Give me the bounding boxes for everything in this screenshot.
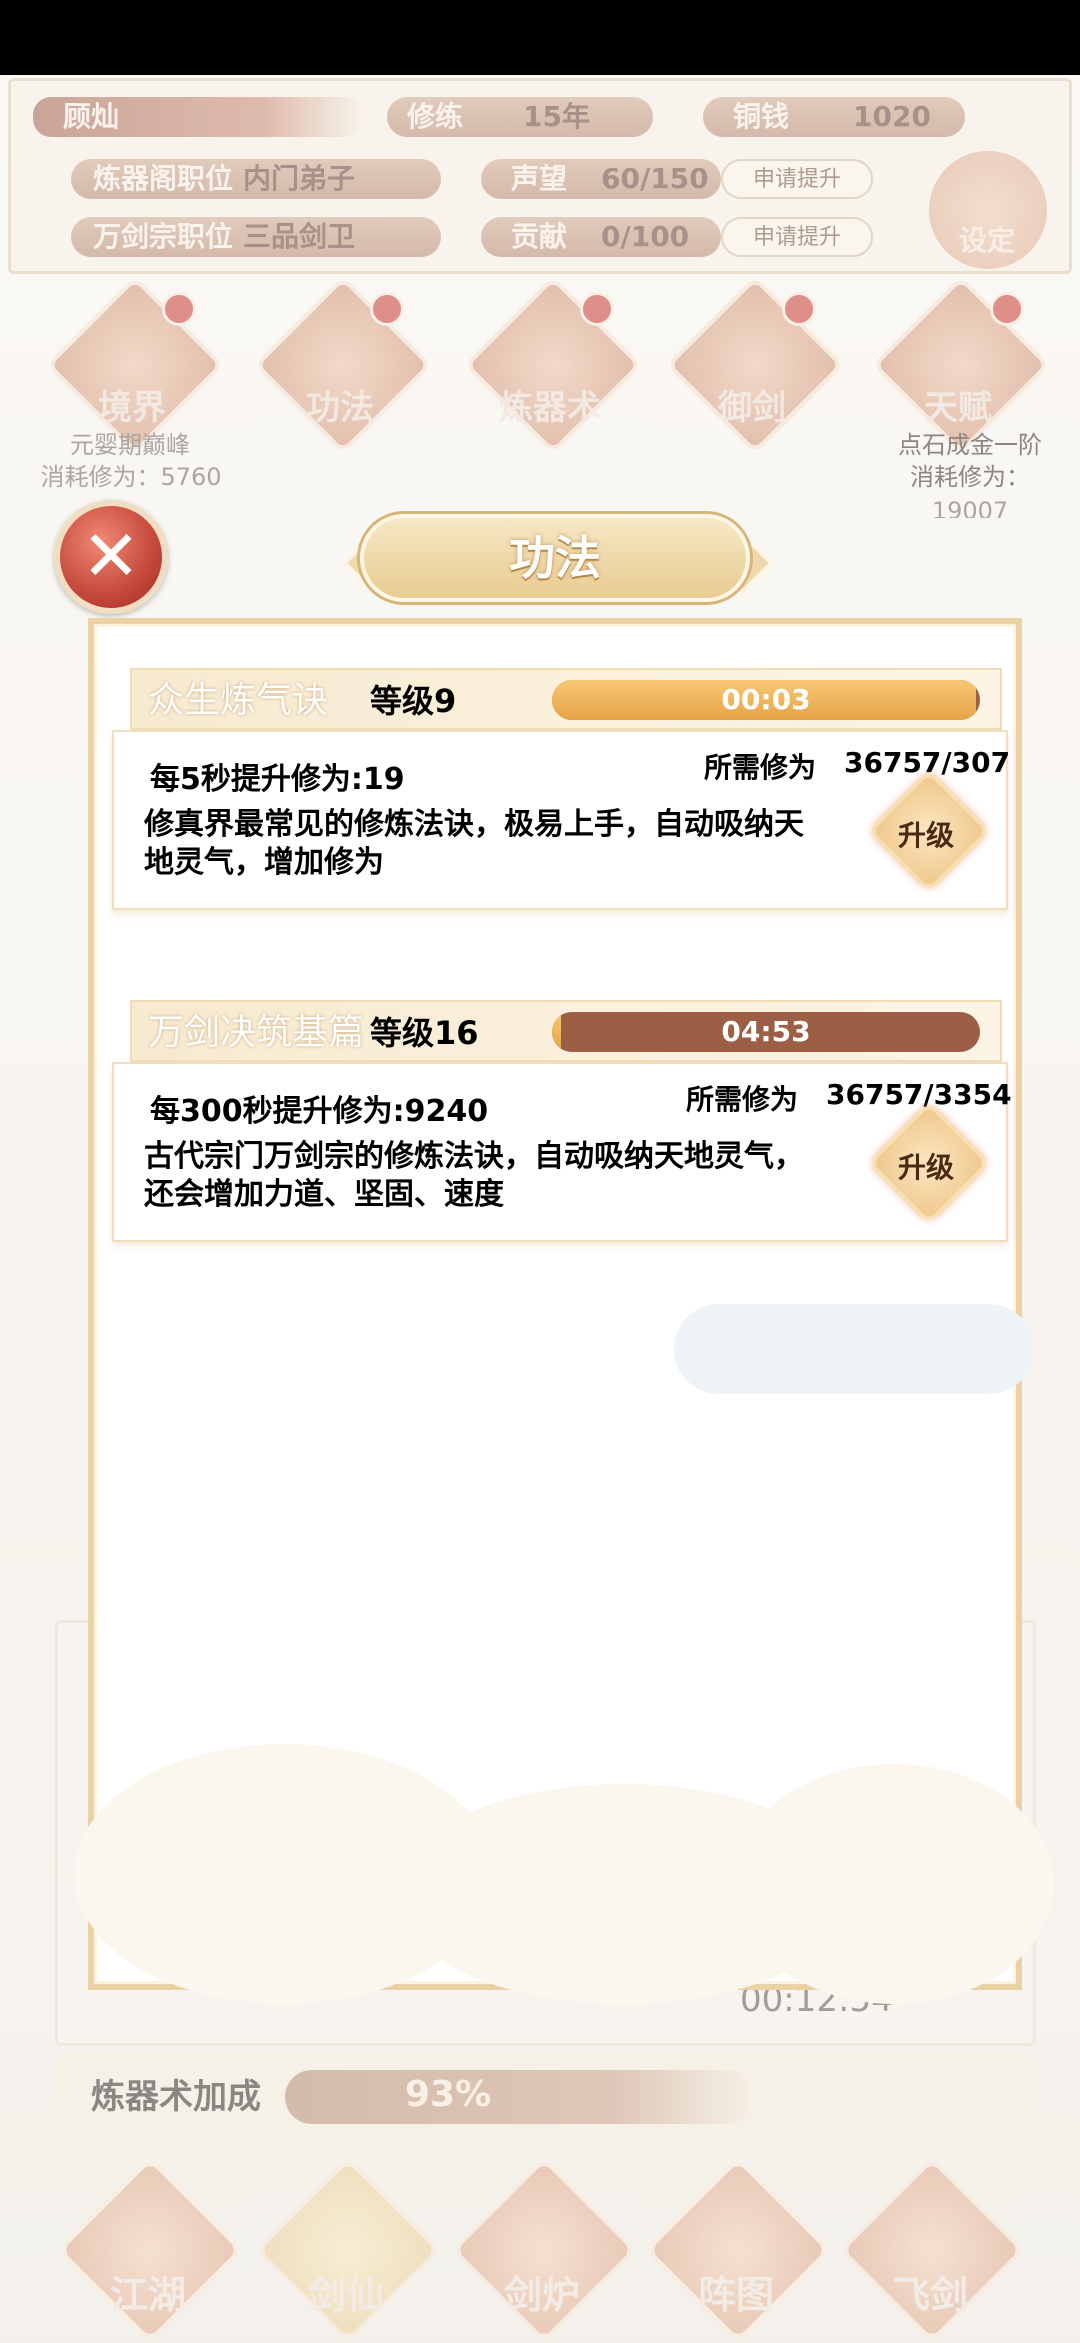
technique-header: 众生炼气诀 等级9 00:03 <box>130 668 1002 730</box>
technique-name: 万剑决筑基篇 <box>148 1012 365 1053</box>
technique-rate: 每5秒提升修为:19 <box>150 762 405 797</box>
status-bar <box>0 0 1080 75</box>
upgrade-label: 升级 <box>897 819 954 852</box>
upgrade-label: 升级 <box>897 1151 954 1184</box>
technique-level: 等级16 <box>370 1014 479 1052</box>
cloud-decoration <box>674 1304 1034 1394</box>
technique-name: 众生炼气诀 <box>148 680 329 721</box>
close-button[interactable]: ✕ <box>54 500 168 614</box>
technique-header: 万剑决筑基篇 等级16 04:53 <box>130 1000 1002 1062</box>
dialog-title-ribbon: 功法 <box>360 514 750 602</box>
technique-card: 每300秒提升修为:9240 所需修为 36757/3354 古代宗门万剑宗的修… <box>112 1062 1012 1242</box>
timer-progress-bar: 04:53 <box>552 1012 980 1052</box>
required-value: 36757/3354 <box>826 1078 1012 1111</box>
required-label: 所需修为 <box>704 751 817 784</box>
timer-text: 00:03 <box>721 683 811 716</box>
technique-description: 修真界最常见的修炼法诀，极易上手，自动吸纳天地灵气，增加修为 <box>144 807 804 880</box>
technique-rate: 每300秒提升修为:9240 <box>150 1094 489 1129</box>
timer-progress-bar: 00:03 <box>552 680 980 720</box>
dialog-title: 功法 <box>509 531 601 585</box>
technique-card: 每5秒提升修为:19 所需修为 36757/307 修真界最常见的修炼法诀，极易… <box>112 730 1010 910</box>
technique-description: 古代宗门万剑宗的修炼法诀，自动吸纳天地灵气，还会增加力道、坚固、速度 <box>144 1139 804 1212</box>
required-label: 所需修为 <box>686 1083 799 1116</box>
cloud-decoration <box>734 1764 1054 2004</box>
timer-text: 04:53 <box>721 1015 811 1048</box>
close-icon: ✕ <box>81 515 141 597</box>
technique-level: 等级9 <box>370 682 457 720</box>
